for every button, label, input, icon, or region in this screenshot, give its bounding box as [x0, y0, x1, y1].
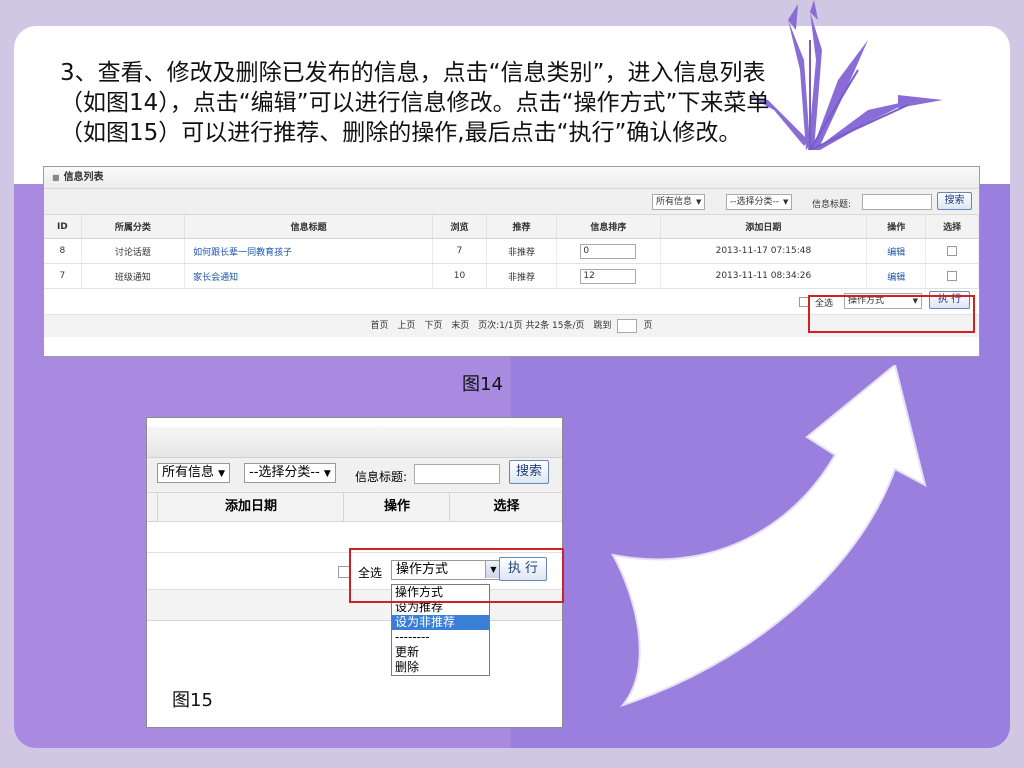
prev-page-link[interactable]: 上页 [397, 321, 415, 331]
edit-link[interactable]: 编辑 [887, 273, 905, 283]
chevron-down-icon: ▼ [783, 198, 789, 206]
bullet-icon: ■ [52, 173, 60, 182]
dropdown-separator: -------- [395, 630, 430, 644]
zoom-title-label: 信息标题: [355, 470, 408, 484]
col-header-id: ID [44, 215, 82, 239]
jump-page-input[interactable] [617, 318, 638, 333]
col-header-select: 选择 [925, 215, 979, 239]
info-type-select[interactable]: 所有信息 ▼ [652, 194, 706, 210]
row-views: 10 [432, 263, 487, 289]
edit-link[interactable]: 编辑 [887, 248, 905, 258]
zoom-category-value: --选择分类-- [249, 465, 320, 480]
row-date: 2013-11-17 07:15:48 [660, 238, 868, 264]
zoom-col-select: 选择 [449, 493, 562, 521]
row-checkbox[interactable] [947, 245, 958, 256]
row-order-input[interactable]: 0 [580, 243, 637, 259]
instruction-text: 3、查看、修改及删除已发布的信息，点击“信息类别”，进入信息列表 （如图14），… [60, 58, 940, 148]
row-title-link[interactable]: 如何跟长辈一同教育孩子 [193, 248, 292, 258]
table-header-row: ID 所属分类 信息标题 浏览 推荐 信息排序 添加日期 操作 选择 [44, 215, 979, 239]
zoom-search-button[interactable]: 搜索 [509, 460, 549, 484]
zoom-title-input[interactable] [414, 464, 500, 484]
chevron-down-icon: ▼ [218, 469, 226, 479]
dropdown-option[interactable]: 删除 [392, 660, 489, 675]
col-header-views: 浏览 [432, 215, 487, 239]
zoom-col-date: 添加日期 [157, 493, 344, 521]
col-header-title: 信息标题 [184, 215, 434, 239]
zoom-toolbar-strip [147, 427, 562, 458]
figure-15-caption: 图15 [172, 690, 213, 711]
chevron-down-icon: ▼ [696, 198, 702, 206]
dropdown-option-highlighted[interactable]: 设为非推荐 [392, 615, 489, 630]
col-header-order: 信息排序 [556, 215, 661, 239]
chevron-down-icon: ▼ [323, 469, 331, 479]
instruction-line-1: 3、查看、修改及删除已发布的信息，点击“信息类别”，进入信息列表 [60, 60, 766, 86]
col-header-category: 所属分类 [81, 215, 186, 239]
panel-title: ■ 信息列表 [44, 167, 979, 189]
row-checkbox[interactable] [947, 270, 958, 281]
zoom-category-select[interactable]: --选择分类-- ▼ [244, 463, 336, 483]
col-header-action: 操作 [866, 215, 927, 239]
last-page-link[interactable]: 末页 [451, 321, 469, 331]
figure-14-caption: 图14 [462, 374, 503, 395]
table-row: 7 班级通知 家长会通知 10 非推荐 12 2013-11-11 08:34:… [44, 263, 979, 289]
row-title-link[interactable]: 家长会通知 [193, 273, 238, 283]
zoom-col-action: 操作 [343, 493, 450, 521]
zoom-search-bar: 所有信息 ▼ --选择分类-- ▼ 信息标题: 搜索 [147, 458, 562, 492]
zoom-table-header: 添加日期 操作 选择 [147, 492, 562, 522]
info-type-select-value: 所有信息 [656, 197, 693, 207]
row-id: 7 [44, 263, 82, 289]
page-info: 页次:1/1页 共2条 15条/页 [478, 321, 585, 331]
jump-label: 跳到 [593, 321, 612, 331]
search-button[interactable]: 搜索 [937, 192, 972, 210]
row-recommend: 非推荐 [486, 238, 558, 264]
instruction-line-3: （如图15）可以进行推荐、删除的操作,最后点击“执行”确认修改。 [60, 120, 742, 146]
page-unit-label: 页 [643, 321, 653, 331]
first-page-link[interactable]: 首页 [371, 321, 389, 331]
zoom-info-type-value: 所有信息 [162, 465, 215, 480]
row-order-input[interactable]: 12 [580, 268, 637, 284]
dropdown-option[interactable]: 更新 [392, 645, 489, 660]
next-page-link[interactable]: 下页 [424, 321, 442, 331]
col-header-recommend: 推荐 [486, 215, 558, 239]
row-date: 2013-11-11 08:34:26 [660, 263, 868, 289]
instruction-line-2: （如图14），点击“编辑”可以进行信息修改。点击“操作方式”下来菜单 [60, 90, 770, 116]
row-category: 讨论话题 [81, 238, 186, 264]
row-recommend: 非推荐 [486, 263, 558, 289]
search-bar: 所有信息 ▼ --选择分类-- ▼ 信息标题: 搜索 [44, 189, 979, 215]
title-search-input[interactable] [862, 194, 932, 210]
category-select[interactable]: --选择分类-- ▼ [726, 194, 793, 210]
info-table: ID 所属分类 信息标题 浏览 推荐 信息排序 添加日期 操作 选择 8 讨论话… [44, 215, 979, 289]
zoom-info-type-select[interactable]: 所有信息 ▼ [157, 463, 231, 483]
row-views: 7 [432, 238, 487, 264]
highlight-box-fig15 [349, 548, 564, 603]
row-category: 班级通知 [81, 263, 186, 289]
panel-title-text: 信息列表 [63, 172, 104, 183]
title-label: 信息标题: [812, 200, 852, 210]
table-row: 8 讨论话题 如何跟长辈一同教育孩子 7 非推荐 0 2013-11-17 07… [44, 238, 979, 264]
category-select-value: --选择分类-- [730, 197, 779, 207]
col-header-date: 添加日期 [660, 215, 868, 239]
row-id: 8 [44, 238, 82, 264]
highlight-box-fig14 [808, 295, 975, 333]
curved-arrow-icon [611, 365, 927, 707]
